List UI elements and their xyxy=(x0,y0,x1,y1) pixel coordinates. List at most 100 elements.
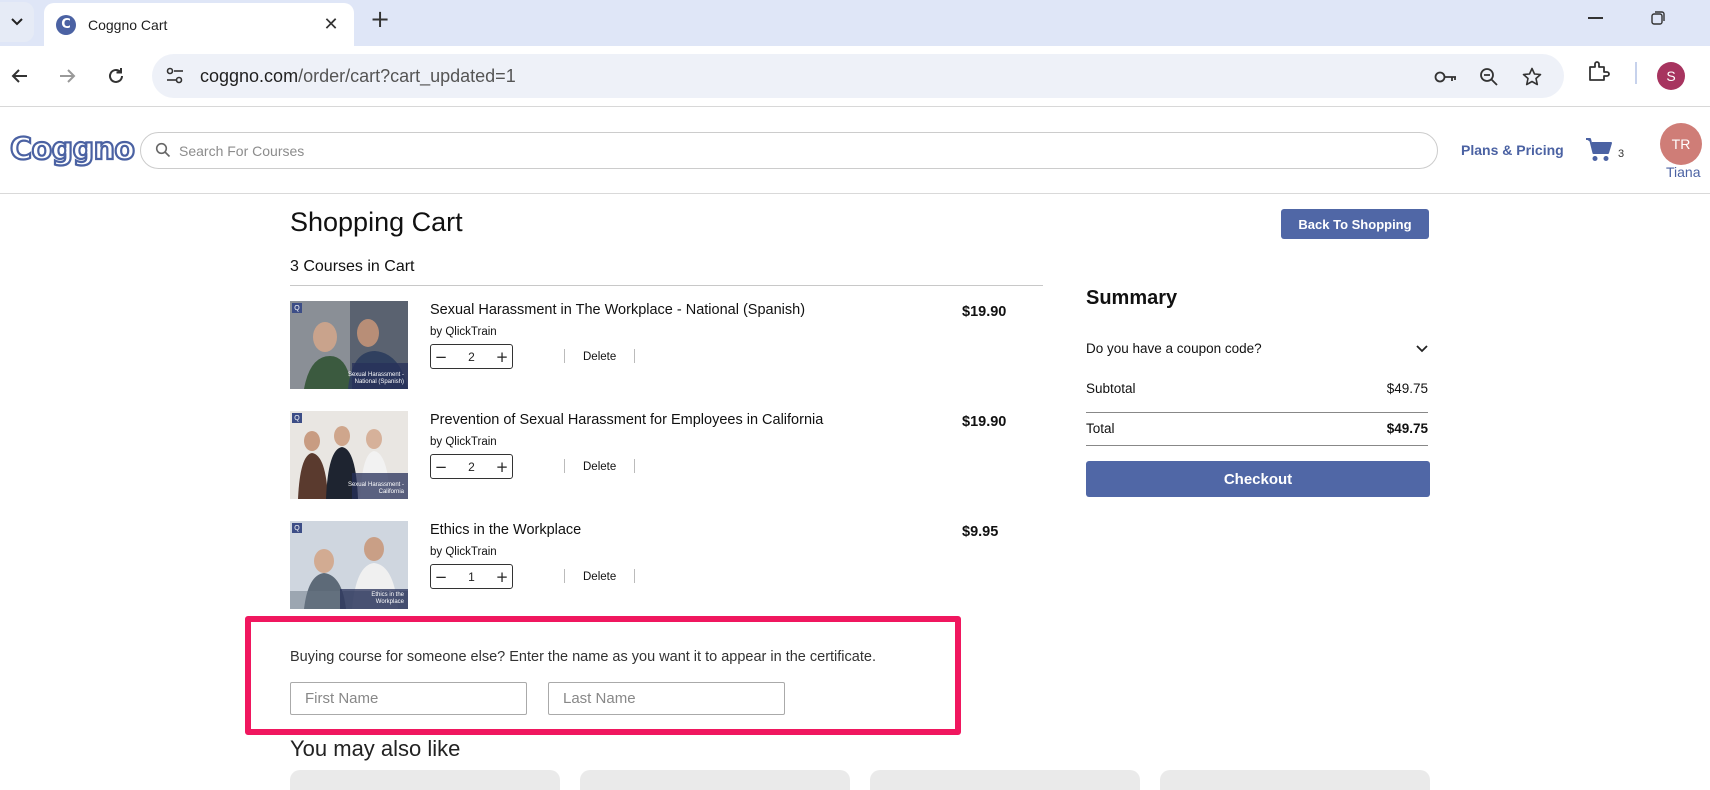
browser-profile-avatar[interactable]: S xyxy=(1657,62,1685,90)
summary-divider xyxy=(1086,412,1428,413)
qlicktrain-badge-icon: Q xyxy=(292,303,302,313)
quantity-stepper: − 2 + xyxy=(430,454,513,479)
last-name-field[interactable] xyxy=(548,682,785,715)
decrease-quantity-button[interactable]: − xyxy=(431,568,451,586)
window-minimize-icon[interactable] xyxy=(1588,17,1603,19)
quantity-value[interactable]: 2 xyxy=(451,460,492,474)
course-author: by QlickTrain xyxy=(430,326,497,338)
coggno-logo[interactable]: Coggno xyxy=(9,131,136,168)
coggno-favicon-icon: C xyxy=(56,14,76,35)
subtotal-label: Subtotal xyxy=(1086,381,1136,396)
coupon-toggle[interactable]: Do you have a coupon code? xyxy=(1086,341,1431,361)
extensions-icon[interactable] xyxy=(1586,59,1610,85)
delete-button[interactable]: Delete xyxy=(583,461,616,473)
subtotal-value: $49.75 xyxy=(1386,381,1428,396)
user-name[interactable]: Tiana xyxy=(1666,164,1701,180)
bookmark-star-icon[interactable] xyxy=(1520,65,1544,89)
separator xyxy=(564,349,565,363)
site-header: Coggno Plans & Pricing 3 TR Tiana xyxy=(0,108,1710,194)
checkout-button[interactable]: Checkout xyxy=(1086,461,1430,497)
thumbnail-caption: Ethics in the Workplace xyxy=(371,592,404,605)
delete-button[interactable]: Delete xyxy=(583,571,616,583)
total-row: Total $49.75 xyxy=(1086,421,1428,436)
course-price: $9.95 xyxy=(962,524,999,540)
back-arrow-icon[interactable] xyxy=(6,62,34,90)
reload-icon[interactable] xyxy=(102,62,130,90)
forward-arrow-icon[interactable] xyxy=(53,62,81,90)
tab-close-icon[interactable]: ✕ xyxy=(320,14,342,35)
first-name-field[interactable] xyxy=(290,682,527,715)
course-author: by QlickTrain xyxy=(430,436,497,448)
courses-count: 3 Courses in Cart xyxy=(290,258,415,275)
tab-search-dropdown-icon[interactable] xyxy=(0,2,34,42)
cart-item: Q Sexual Harassment - California Prevent… xyxy=(290,411,1030,501)
decrease-quantity-button[interactable]: − xyxy=(431,458,451,476)
qlicktrain-badge-icon: Q xyxy=(292,523,302,533)
key-icon[interactable] xyxy=(1434,65,1458,89)
zoom-icon[interactable] xyxy=(1477,65,1501,89)
recommendation-card[interactable] xyxy=(580,770,850,790)
course-title[interactable]: Prevention of Sexual Harassment for Empl… xyxy=(430,412,823,428)
separator xyxy=(634,349,635,363)
course-price: $19.90 xyxy=(962,414,1007,430)
increase-quantity-button[interactable]: + xyxy=(492,458,512,476)
recipient-prompt: Buying course for someone else? Enter th… xyxy=(290,649,876,665)
course-thumbnail[interactable]: Q Ethics in the Workplace xyxy=(290,521,408,609)
separator xyxy=(564,459,565,473)
new-tab-icon[interactable]: + xyxy=(370,5,390,33)
search-input[interactable] xyxy=(179,135,1419,166)
url-host: coggno.com xyxy=(200,66,299,86)
cart-item: Q Sexual Harassment - National (Spanish)… xyxy=(290,301,1030,391)
qlicktrain-badge-icon: Q xyxy=(292,413,302,423)
quantity-value[interactable]: 1 xyxy=(451,570,492,584)
total-value: $49.75 xyxy=(1386,421,1428,436)
separator xyxy=(564,569,565,583)
back-to-shopping-button[interactable]: Back To Shopping xyxy=(1281,209,1429,239)
quantity-value[interactable]: 2 xyxy=(451,350,492,364)
recommendation-card[interactable] xyxy=(290,770,560,790)
address-bar[interactable]: coggno.com/order/cart?cart_updated=1 xyxy=(152,54,1564,98)
separator xyxy=(634,569,635,583)
cart-count-badge: 3 xyxy=(1618,148,1625,160)
search-bar xyxy=(140,132,1438,169)
recommendations-title: You may also like xyxy=(290,736,461,761)
course-title[interactable]: Ethics in the Workplace xyxy=(430,522,581,538)
page-title: Shopping Cart xyxy=(290,207,463,237)
url-text: coggno.com/order/cart?cart_updated=1 xyxy=(200,66,516,87)
chevron-down-icon xyxy=(1416,345,1428,353)
recipient-name-highlight xyxy=(245,616,961,735)
total-label: Total xyxy=(1086,421,1115,436)
course-thumbnail[interactable]: Q Sexual Harassment - National (Spanish) xyxy=(290,301,408,389)
recommendation-card[interactable] xyxy=(870,770,1140,790)
quantity-stepper: − 1 + xyxy=(430,564,513,589)
increase-quantity-button[interactable]: + xyxy=(492,348,512,366)
toolbar-divider xyxy=(1635,62,1637,84)
coupon-label: Do you have a coupon code? xyxy=(1086,341,1262,356)
search-icon xyxy=(155,142,171,158)
url-path: /order/cart?cart_updated=1 xyxy=(298,66,516,86)
course-title[interactable]: Sexual Harassment in The Workplace - Nat… xyxy=(430,302,805,318)
site-settings-icon[interactable] xyxy=(162,63,188,89)
window-restore-icon[interactable] xyxy=(1651,11,1665,25)
increase-quantity-button[interactable]: + xyxy=(492,568,512,586)
separator xyxy=(634,459,635,473)
summary-divider xyxy=(1086,445,1428,446)
user-avatar[interactable]: TR xyxy=(1660,123,1702,165)
decrease-quantity-button[interactable]: − xyxy=(431,348,451,366)
course-author: by QlickTrain xyxy=(430,546,497,558)
thumbnail-caption: Sexual Harassment - National (Spanish) xyxy=(347,372,404,385)
browser-toolbar: coggno.com/order/cart?cart_updated=1 S xyxy=(0,46,1710,107)
browser-tabstrip: C Coggno Cart ✕ + xyxy=(0,0,1710,46)
tab-title: Coggno Cart xyxy=(88,16,168,33)
course-price: $19.90 xyxy=(962,304,1007,320)
cart-item: Q Ethics in the Workplace Ethics in the … xyxy=(290,521,1030,611)
plans-pricing-link[interactable]: Plans & Pricing xyxy=(1461,142,1564,158)
browser-tab[interactable]: C Coggno Cart ✕ xyxy=(44,3,354,46)
quantity-stepper: − 2 + xyxy=(430,344,513,369)
recommendation-card[interactable] xyxy=(1160,770,1430,790)
cart-icon[interactable] xyxy=(1585,137,1613,163)
thumbnail-caption: Sexual Harassment - California xyxy=(347,482,404,495)
delete-button[interactable]: Delete xyxy=(583,351,616,363)
course-thumbnail[interactable]: Q Sexual Harassment - California xyxy=(290,411,408,499)
subtotal-row: Subtotal $49.75 xyxy=(1086,381,1428,396)
